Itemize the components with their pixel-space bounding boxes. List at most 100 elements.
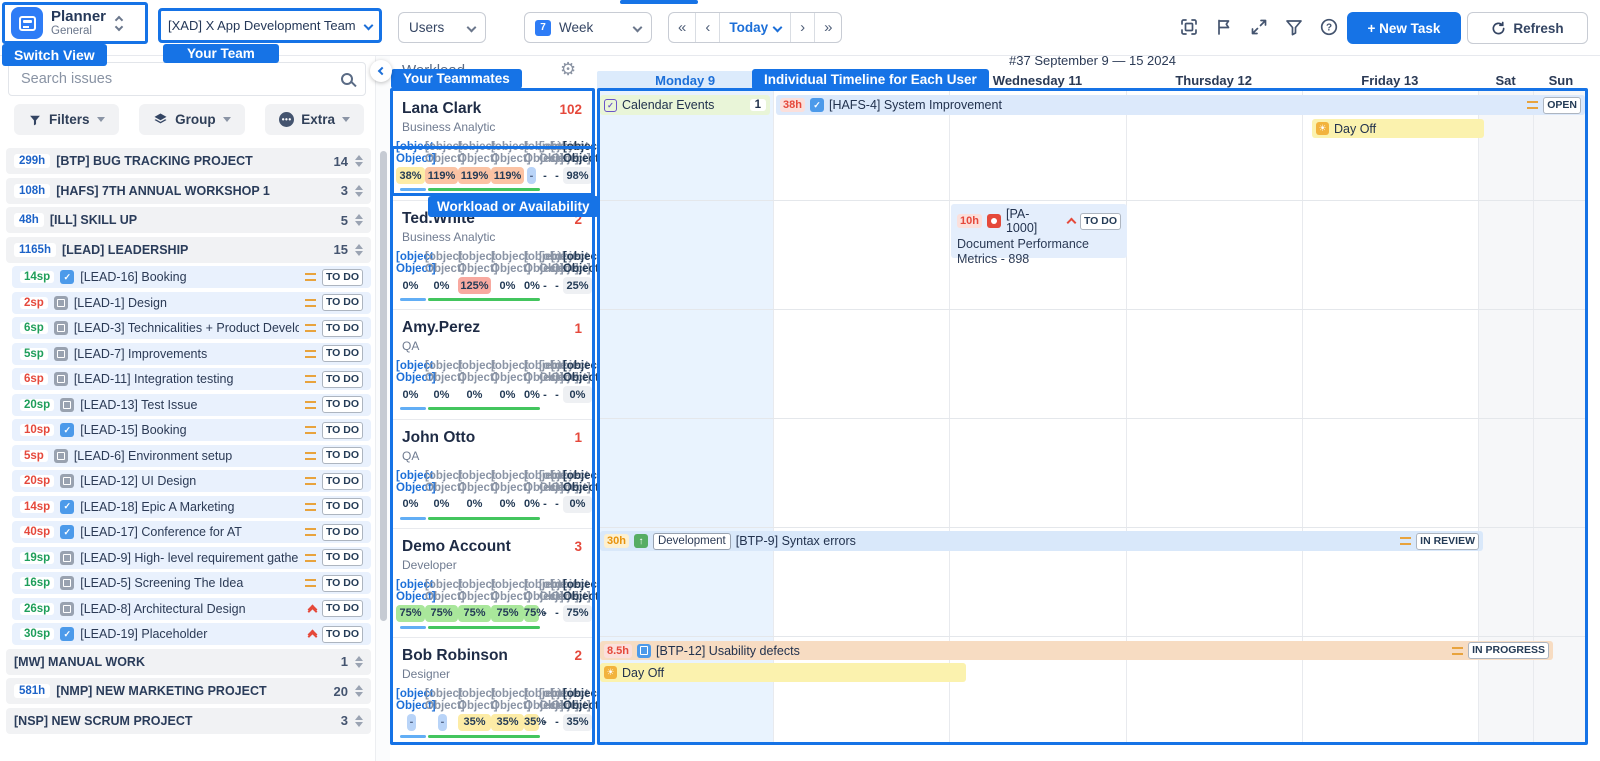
task-bar-btp12[interactable]: 8.5h [BTP-12] Usability defects IN PROGR… [600, 641, 1553, 660]
fullscreen-icon[interactable] [1248, 16, 1270, 38]
calendar-events-chip[interactable]: Calendar Events 1 [600, 95, 770, 115]
workload-cell[interactable]: 0% [524, 386, 539, 403]
workload-cell[interactable]: 0% [425, 496, 458, 513]
chevron-updown-icon[interactable] [116, 17, 122, 30]
sort-arrows-icon[interactable] [355, 214, 363, 226]
workload-cell[interactable]: 35% [458, 714, 491, 731]
next-day-button[interactable]: › [791, 13, 814, 42]
workload-cell[interactable]: - [539, 714, 551, 731]
workload-cell[interactable]: 0% [396, 496, 425, 513]
workload-cell[interactable]: 75% [396, 605, 425, 622]
prev-week-button[interactable]: « [669, 13, 695, 42]
team-selector[interactable]: [XAD] X App Development Team [158, 8, 382, 43]
sidebar-row[interactable]: 20sp [LEAD-13] Test Issue TO DO [12, 394, 371, 416]
sidebar-row[interactable]: 10sp [LEAD-15] Booking TO DO [12, 419, 371, 441]
sort-arrows-icon[interactable] [355, 715, 363, 727]
sort-arrows-icon[interactable] [355, 244, 363, 256]
collapse-panel-button[interactable] [370, 60, 392, 82]
sidebar-row[interactable]: 1165h [LEAD] LEADERSHIP 15 [6, 237, 371, 263]
workload-cell[interactable]: 0% [524, 277, 539, 294]
workload-cell[interactable]: - [539, 496, 551, 513]
teammate-card[interactable]: Amy.Perez 1 QA [object Object][object Ob… [393, 309, 592, 418]
sidebar-row[interactable]: 6sp [LEAD-11] Integration testing TO DO [12, 368, 371, 390]
workload-cell[interactable]: 119% [458, 167, 491, 184]
sidebar-row[interactable]: 20sp [LEAD-12] UI Design TO DO [12, 470, 371, 492]
task-card-pa1000[interactable]: 10h [PA-1000] TO DO Document Performance… [951, 204, 1127, 258]
workload-cell[interactable]: - [407, 714, 416, 731]
filters-button[interactable]: Filters [14, 104, 119, 135]
sort-arrows-icon[interactable] [355, 155, 363, 167]
sidebar-row[interactable]: 581h [NMP] NEW MARKETING PROJECT 20 [6, 678, 371, 704]
sidebar-row[interactable]: 2sp [LEAD-1] Design TO DO [12, 292, 371, 314]
workload-cell[interactable]: 0% [491, 496, 524, 513]
sidebar-row[interactable]: 26sp [LEAD-8] Architectural Design TO DO [12, 598, 371, 620]
workload-cell[interactable]: 0% [396, 277, 425, 294]
sort-arrows-icon[interactable] [355, 185, 363, 197]
today-button[interactable]: Today [720, 13, 790, 42]
workload-cell[interactable]: 0% [491, 386, 524, 403]
workload-cell[interactable]: - [551, 277, 563, 294]
workload-cell[interactable]: 35% [491, 714, 524, 731]
search-input[interactable] [21, 71, 333, 87]
workload-cell[interactable]: - [551, 605, 563, 622]
workload-cell[interactable]: 0% [563, 496, 592, 513]
day-header[interactable]: Friday 13 [1302, 71, 1478, 91]
search-icon[interactable] [341, 73, 353, 85]
workload-cell[interactable]: 35% [524, 714, 539, 731]
sidebar-row[interactable]: 14sp [LEAD-18] Epic A Marketing TO DO [12, 496, 371, 518]
workload-cell[interactable]: - [551, 714, 563, 731]
workload-cell[interactable]: 119% [425, 167, 458, 184]
sidebar-row[interactable]: 6sp [LEAD-3] Technicalities + Product De… [12, 317, 371, 339]
filter-icon[interactable] [1283, 16, 1305, 38]
workload-cell[interactable]: - [539, 386, 551, 403]
sidebar-row[interactable]: 14sp [LEAD-16] Booking TO DO [12, 266, 371, 288]
workload-cell[interactable]: 0% [524, 496, 539, 513]
teammate-card[interactable]: Lana Clark 102 Business Analytic [object… [393, 91, 592, 200]
workload-cell[interactable]: 0% [563, 386, 592, 403]
workload-cell[interactable]: 75% [524, 605, 539, 622]
teammate-card[interactable]: Demo Account 3 Developer [object Object]… [393, 528, 592, 637]
sidebar-row[interactable]: 5sp [LEAD-7] Improvements TO DO [12, 343, 371, 365]
sort-arrows-icon[interactable] [355, 656, 363, 668]
sidebar-row[interactable]: 108h [HAFS] 7TH ANNUAL WORKSHOP 1 3 [6, 178, 371, 204]
sidebar-scrollbar[interactable] [375, 56, 390, 761]
week-dropdown[interactable]: 7 Week [524, 12, 652, 43]
workload-cell[interactable]: 75% [563, 605, 592, 622]
day-header[interactable]: Thursday 12 [1126, 71, 1302, 91]
group-button[interactable]: Group [139, 104, 245, 135]
refresh-button[interactable]: Refresh [1467, 12, 1588, 44]
workload-cell[interactable]: 75% [491, 605, 524, 622]
workload-cell[interactable]: 125% [458, 277, 491, 294]
workload-cell[interactable]: 75% [425, 605, 458, 622]
workload-cell[interactable]: 0% [458, 386, 491, 403]
workload-cell[interactable]: - [438, 714, 447, 731]
workload-cell[interactable]: 0% [458, 496, 491, 513]
extra-button[interactable]: ••• Extra [265, 104, 364, 135]
users-dropdown[interactable]: Users [398, 12, 486, 43]
scrollbar-thumb[interactable] [380, 151, 387, 621]
sidebar-row[interactable]: [MW] MANUAL WORK 1 [6, 649, 371, 675]
next-week-button[interactable]: » [815, 13, 841, 42]
new-task-button[interactable]: + New Task [1347, 12, 1461, 44]
teammate-card[interactable]: John Otto 1 QA [object Object][object Ob… [393, 419, 592, 528]
workload-cell[interactable]: - [551, 496, 563, 513]
workload-cell[interactable]: 75% [458, 605, 491, 622]
sidebar-row[interactable]: 5sp [LEAD-6] Environment setup TO DO [12, 445, 371, 467]
day-header[interactable]: Sat [1478, 71, 1533, 91]
sidebar-row[interactable]: 48h [ILL] SKILL UP 5 [6, 207, 371, 233]
workload-cell[interactable]: 119% [491, 167, 524, 184]
day-off-bar[interactable]: Day Off [600, 663, 966, 682]
workload-cell[interactable]: 0% [396, 386, 425, 403]
help-icon[interactable]: ? [1318, 16, 1340, 38]
workload-cell[interactable]: 38% [396, 167, 425, 184]
sidebar-row[interactable]: [NSP] NEW SCRUM PROJECT 3 [6, 708, 371, 734]
sidebar-row[interactable]: 19sp [LEAD-9] High- level requirement ga… [12, 547, 371, 569]
workload-cell[interactable]: 0% [425, 277, 458, 294]
workload-cell[interactable]: - [539, 605, 551, 622]
sort-arrows-icon[interactable] [355, 685, 363, 697]
sidebar-row[interactable]: 16sp [LEAD-5] Screening The Idea TO DO [12, 572, 371, 594]
task-bar-btp9[interactable]: 30h Development [BTP-9] Syntax errors IN… [600, 531, 1483, 551]
workload-cell[interactable]: - [539, 277, 551, 294]
gear-icon[interactable]: ⚙ [560, 59, 576, 80]
day-header[interactable]: Monday 9 [597, 71, 773, 91]
